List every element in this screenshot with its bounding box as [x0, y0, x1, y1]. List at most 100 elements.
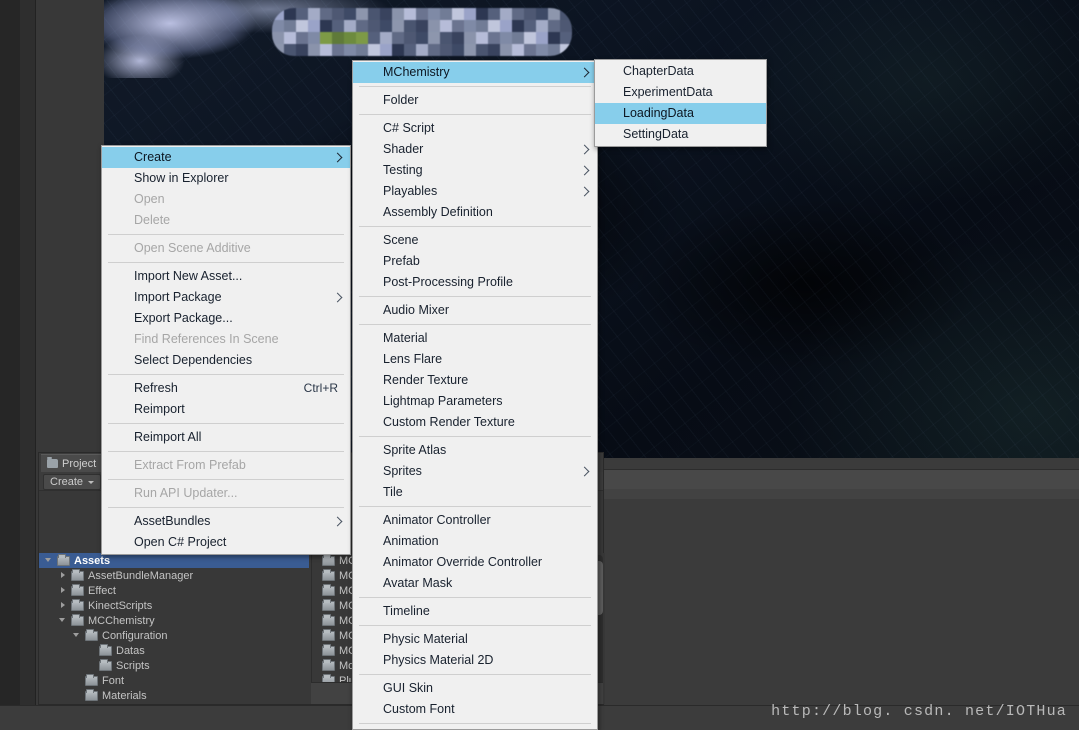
tree-item-prefabs[interactable]: Prefabs	[39, 703, 309, 704]
create-menu-item-tile[interactable]: Tile	[353, 482, 597, 503]
mchemistry-submenu[interactable]: ChapterData ExperimentData LoadingData Sett…	[594, 59, 767, 147]
menu-item-label: Render Texture	[383, 373, 469, 387]
mchemistry-menu-item-experimentdata[interactable]: ExperimentData	[595, 82, 766, 103]
tree-item-datas[interactable]: Datas	[39, 643, 309, 658]
tree-item-materials[interactable]: Materials	[39, 688, 309, 703]
create-menu-item-animator-override-controller[interactable]: Animator Override Controller	[353, 552, 597, 573]
menu-item-label: AssetBundles	[134, 514, 211, 528]
chevron-down-icon[interactable]	[45, 556, 54, 565]
project-tree-left[interactable]: Assets AssetBundleManager Effect KinectScri…	[39, 553, 309, 704]
folder-icon	[85, 673, 98, 686]
context-menu-item-create[interactable]: Create	[102, 147, 350, 168]
context-menu-item-assetbundles[interactable]: AssetBundles	[102, 511, 350, 532]
create-submenu[interactable]: MChemistry Folder C# Script Shader Testing Pl…	[352, 60, 598, 730]
tree-item-scripts[interactable]: Scripts	[39, 658, 309, 673]
create-menu-item-material[interactable]: Material	[353, 328, 597, 349]
context-menu-item-open: Open	[102, 189, 350, 210]
context-menu-item-reimport[interactable]: Reimport	[102, 399, 350, 420]
create-menu-item-gui-skin[interactable]: GUI Skin	[353, 678, 597, 699]
tree-item-mcchemistry[interactable]: MCChemistry	[39, 613, 309, 628]
menu-item-label: Prefab	[383, 254, 420, 268]
create-menu-item-testing[interactable]: Testing	[353, 160, 597, 181]
chevron-down-icon[interactable]	[59, 616, 68, 625]
chevron-right-icon[interactable]	[59, 571, 68, 580]
create-menu-item-mchemistry[interactable]: MChemistry	[353, 62, 597, 83]
tab-project[interactable]: Project	[41, 454, 107, 472]
menu-item-label: Import New Asset...	[134, 269, 243, 283]
folder-icon	[99, 643, 112, 656]
menu-item-label: Post-Processing Profile	[383, 275, 513, 289]
menu-item-label: Run API Updater...	[134, 486, 238, 500]
tree-item-assetbundlemanager[interactable]: AssetBundleManager	[39, 568, 309, 583]
right-panel-body[interactable]	[604, 489, 1079, 705]
create-menu-item-render-texture[interactable]: Render Texture	[353, 370, 597, 391]
create-menu-item-physic-material[interactable]: Physic Material	[353, 629, 597, 650]
create-menu-item-lens-flare[interactable]: Lens Flare	[353, 349, 597, 370]
create-menu-item-scene[interactable]: Scene	[353, 230, 597, 251]
create-menu-item-post-processing-profile[interactable]: Post-Processing Profile	[353, 272, 597, 293]
tree-item-label: Scripts	[116, 659, 150, 672]
create-menu-item-lightmap-parameters[interactable]: Lightmap Parameters	[353, 391, 597, 412]
menu-item-label: MChemistry	[383, 65, 450, 79]
menu-item-label: Reimport	[134, 402, 185, 416]
menu-item-label: Open	[134, 192, 165, 206]
tree-item-label: Font	[102, 674, 125, 687]
context-menu-item-import-package[interactable]: Import Package	[102, 287, 350, 308]
context-menu-item-open-c-project[interactable]: Open C# Project	[102, 532, 350, 553]
create-menu-item-custom-render-texture[interactable]: Custom Render Texture	[353, 412, 597, 433]
create-menu-item-prefab[interactable]: Prefab	[353, 251, 597, 272]
create-menu-item-sprite-atlas[interactable]: Sprite Atlas	[353, 440, 597, 461]
create-menu-item-timeline[interactable]: Timeline	[353, 601, 597, 622]
create-menu-item-custom-font[interactable]: Custom Font	[353, 699, 597, 720]
menu-separator	[359, 114, 591, 115]
context-menu-item-select-dependencies[interactable]: Select Dependencies	[102, 350, 350, 371]
folder-icon	[57, 553, 70, 566]
tree-item-label: KinectScripts	[88, 599, 153, 612]
mchemistry-menu-item-loadingdata[interactable]: LoadingData	[595, 103, 766, 124]
chevron-right-icon[interactable]	[59, 601, 68, 610]
tree-item-effect[interactable]: Effect	[39, 583, 309, 598]
tree-item-configuration[interactable]: Configuration	[39, 628, 309, 643]
menu-item-label: Timeline	[383, 604, 430, 618]
context-menu-item-export-package[interactable]: Export Package...	[102, 308, 350, 329]
create-menu-item-c-script[interactable]: C# Script	[353, 118, 597, 139]
menu-item-label: Scene	[383, 233, 419, 247]
watermark-text: http://blog. csdn. net/IOTHua	[771, 703, 1067, 720]
create-menu-item-assembly-definition[interactable]: Assembly Definition	[353, 202, 597, 223]
tree-item-font[interactable]: Font	[39, 673, 309, 688]
create-menu-item-shader[interactable]: Shader	[353, 139, 597, 160]
asset-context-menu[interactable]: Create Show in Explorer Open Delete Open Sce…	[101, 145, 351, 555]
context-menu-item-extract-from-prefab: Extract From Prefab	[102, 455, 350, 476]
context-menu-item-show-in-explorer[interactable]: Show in Explorer	[102, 168, 350, 189]
context-menu-item-import-new-asset[interactable]: Import New Asset...	[102, 266, 350, 287]
tree-item-kinectscripts[interactable]: KinectScripts	[39, 598, 309, 613]
create-menu-item-animator-controller[interactable]: Animator Controller	[353, 510, 597, 531]
context-menu-item-refresh[interactable]: Refresh Ctrl+R	[102, 378, 350, 399]
menu-item-label: Lens Flare	[383, 352, 443, 366]
menu-item-label: ChapterData	[623, 64, 694, 78]
create-menu-item-folder[interactable]: Folder	[353, 90, 597, 111]
create-menu-item-playables[interactable]: Playables	[353, 181, 597, 202]
right-panel-toolbar	[604, 469, 1079, 489]
menu-separator	[108, 234, 344, 235]
create-menu-item-sprites[interactable]: Sprites	[353, 461, 597, 482]
chevron-down-icon[interactable]	[73, 631, 82, 640]
menu-separator	[359, 226, 591, 227]
chevron-right-icon[interactable]	[59, 586, 68, 595]
menu-item-label: Refresh	[134, 381, 178, 395]
create-menu-item-audio-mixer[interactable]: Audio Mixer	[353, 300, 597, 321]
menu-item-label: Extract From Prefab	[134, 458, 246, 472]
menu-item-label: Playables	[383, 184, 438, 198]
menu-item-label: Animation	[383, 534, 439, 548]
folder-icon	[71, 598, 84, 611]
mchemistry-menu-item-chapterdata[interactable]: ChapterData	[595, 61, 766, 82]
create-menu-item-avatar-mask[interactable]: Avatar Mask	[353, 573, 597, 594]
tree-item-assets[interactable]: Assets	[39, 553, 309, 568]
context-menu-item-reimport-all[interactable]: Reimport All	[102, 427, 350, 448]
menu-item-label: Assembly Definition	[383, 205, 493, 219]
context-menu-item-open-scene-additive: Open Scene Additive	[102, 238, 350, 259]
create-menu-item-physics-material-2d[interactable]: Physics Material 2D	[353, 650, 597, 671]
create-dropdown-button[interactable]: Create	[43, 474, 102, 490]
create-menu-item-animation[interactable]: Animation	[353, 531, 597, 552]
mchemistry-menu-item-settingdata[interactable]: SettingData	[595, 124, 766, 145]
